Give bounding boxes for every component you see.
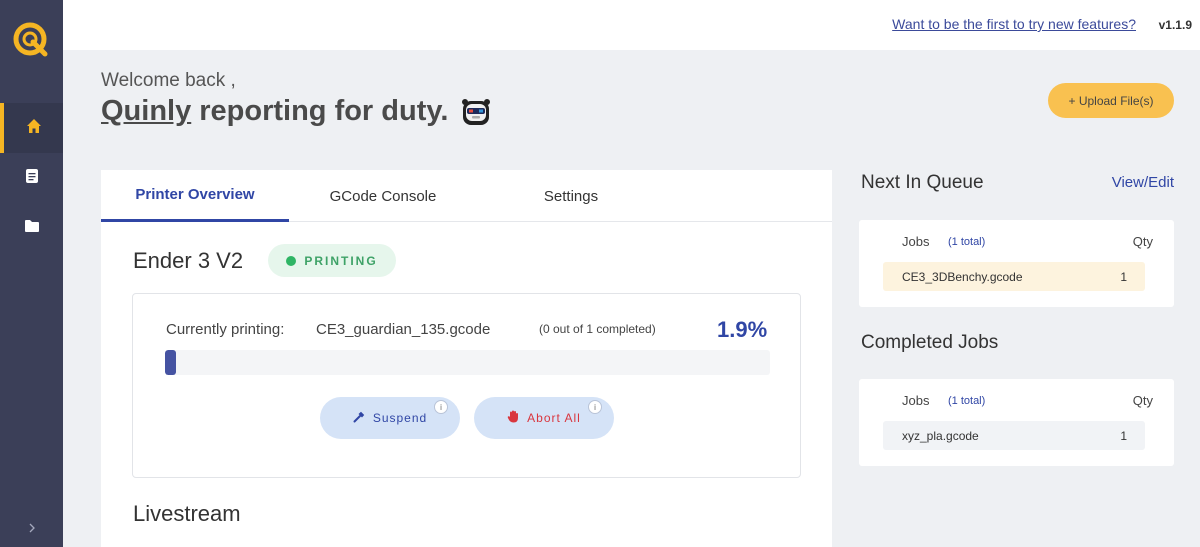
- user-name-link[interactable]: Quinly: [101, 95, 191, 128]
- queue-qty-label: Qty: [1132, 234, 1153, 249]
- logo-icon[interactable]: [11, 20, 49, 58]
- top-bar: Want to be the first to try new features…: [63, 0, 1200, 50]
- completed-file-name: xyz_pla.gcode: [902, 428, 979, 443]
- progress-bar: [165, 350, 770, 375]
- queue-total: (1 total): [948, 236, 986, 248]
- queue-file-name: CE3_3DBenchy.gcode: [902, 269, 1023, 284]
- sidebar-item-documents[interactable]: [0, 153, 63, 203]
- status-text: PRINTING: [304, 253, 378, 268]
- page-title: Quinly reporting for duty.: [101, 95, 492, 128]
- completed-total: (1 total): [948, 395, 986, 407]
- queue-file-qty: 1: [1120, 269, 1127, 284]
- view-edit-link[interactable]: View/Edit: [1112, 174, 1174, 191]
- sidebar-item-files[interactable]: [0, 203, 63, 253]
- document-icon: [25, 168, 39, 189]
- next-in-queue-title: Next In Queue: [861, 172, 984, 193]
- chevron-right-icon: [28, 520, 36, 538]
- sidebar-item-home[interactable]: [0, 103, 63, 153]
- abort-info-icon[interactable]: i: [588, 400, 602, 414]
- printer-name: Ender 3 V2: [133, 248, 244, 273]
- robot-icon: [460, 96, 492, 128]
- progress-bar-fill: [165, 350, 177, 375]
- suspend-info-icon[interactable]: i: [434, 400, 448, 414]
- queue-list-item[interactable]: CE3_3DBenchy.gcode 1: [883, 262, 1145, 291]
- home-icon: [26, 118, 42, 139]
- current-file-name: CE3_guardian_135.gcode: [316, 321, 491, 338]
- print-job-card: Currently printing: CE3_guardian_135.gco…: [132, 293, 801, 478]
- abort-all-label: Abort All: [527, 411, 581, 425]
- completed-jobs-label: Jobs: [902, 393, 930, 408]
- queue-card: Jobs (1 total) Qty CE3_3DBenchy.gcode 1: [859, 220, 1174, 307]
- completed-jobs-title: Completed Jobs: [861, 332, 999, 353]
- version-label: v1.1.9: [1158, 18, 1192, 32]
- progress-percent: 1.9%: [717, 317, 768, 342]
- suspend-label: Suspend: [372, 411, 428, 425]
- queue-jobs-label: Jobs: [902, 234, 930, 249]
- suspend-button[interactable]: Suspend i: [320, 397, 460, 439]
- printer-panel: Printer Overview GCode Console Settings …: [101, 170, 832, 547]
- tab-printer-overview[interactable]: Printer Overview: [101, 170, 289, 222]
- status-badge: PRINTING: [268, 244, 396, 277]
- hammer-icon: [353, 411, 365, 426]
- tab-settings[interactable]: Settings: [477, 170, 665, 222]
- folder-icon: [24, 219, 40, 238]
- completed-header: Jobs (1 total) Qty: [859, 393, 1174, 411]
- queue-header: Jobs (1 total) Qty: [859, 234, 1174, 252]
- completed-count: (0 out of 1 completed): [539, 322, 656, 336]
- status-dot-icon: [286, 255, 297, 266]
- sidebar-expand-button[interactable]: [0, 515, 63, 543]
- currently-printing-label: Currently printing:: [166, 321, 285, 338]
- try-new-features-link[interactable]: Want to be the first to try new features…: [892, 16, 1136, 32]
- abort-all-button[interactable]: Abort All i: [474, 397, 614, 439]
- completed-list-item[interactable]: xyz_pla.gcode 1: [883, 421, 1145, 450]
- tagline-text: reporting for duty.: [199, 95, 449, 127]
- tab-bar: Printer Overview GCode Console Settings: [101, 170, 832, 222]
- livestream-title: Livestream: [133, 501, 241, 526]
- hand-stop-icon: [507, 410, 519, 426]
- completed-qty-label: Qty: [1132, 393, 1153, 408]
- completed-file-qty: 1: [1120, 428, 1127, 443]
- tab-gcode-console[interactable]: GCode Console: [289, 170, 477, 222]
- welcome-greeting: Welcome back ,: [101, 70, 236, 91]
- upload-files-button[interactable]: + Upload File(s): [1048, 83, 1174, 118]
- completed-card: Jobs (1 total) Qty xyz_pla.gcode 1: [859, 379, 1174, 466]
- sidebar: [0, 0, 63, 547]
